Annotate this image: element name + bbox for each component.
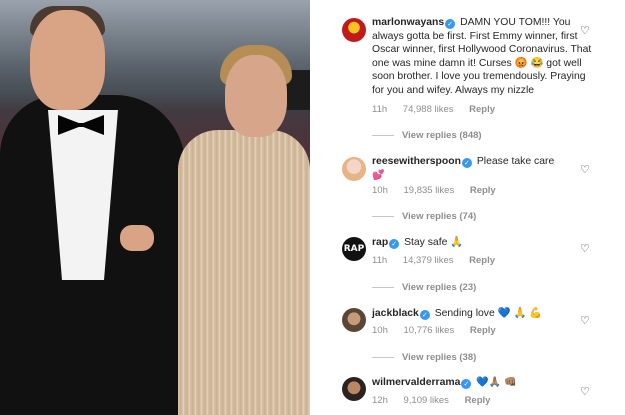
avatar[interactable] — [342, 18, 366, 42]
divider — [372, 356, 394, 358]
woman-head — [225, 55, 287, 137]
comment-meta: 11h 14,379 likes Reply — [372, 255, 508, 266]
verified-badge-icon: ✓ — [461, 379, 472, 389]
reply-button[interactable]: Reply — [470, 185, 496, 196]
comment-likes[interactable]: 10,776 likes — [404, 325, 455, 336]
view-replies-button[interactable]: View replies (74) — [372, 211, 476, 222]
comment-body: marlonwayans ✓ DAMN YOU TOM!!! You always… — [372, 16, 600, 97]
man-head — [30, 10, 105, 110]
comment-time: 10h — [372, 185, 388, 196]
view-replies-button[interactable]: View replies (23) — [372, 282, 476, 293]
comment-text: Stay safe 🙏 — [404, 237, 464, 248]
comment-username[interactable]: reesewitherspoon — [372, 156, 461, 167]
comment-likes[interactable]: 9,109 likes — [404, 395, 449, 406]
comment-username[interactable]: rap — [372, 237, 388, 248]
reply-button[interactable]: Reply — [469, 255, 495, 266]
comment-body: rap ✓ Stay safe 🙏 — [372, 236, 600, 250]
heart-outline-icon[interactable]: ♡ — [580, 315, 592, 327]
comment-text: Please take care — [476, 156, 555, 167]
heart-outline-icon[interactable]: ♡ — [580, 25, 592, 37]
divider — [372, 134, 394, 136]
avatar[interactable] — [342, 308, 366, 332]
comment-meta: 12h 9,109 likes Reply — [372, 395, 503, 406]
verified-badge-icon: ✓ — [445, 19, 456, 29]
heart-outline-icon[interactable]: ♡ — [580, 243, 592, 255]
view-replies-button[interactable]: View replies (848) — [372, 130, 482, 141]
comment-body: jackblack ✓ Sending love 💙 🙏 💪 — [372, 307, 600, 321]
comment-text: DAMN YOU TOM!!! You always gotta be firs… — [372, 17, 592, 96]
reply-button[interactable]: Reply — [470, 325, 496, 336]
verified-badge-icon: ✓ — [419, 310, 430, 320]
verified-badge-icon: ✓ — [389, 239, 400, 249]
comment-body: wilmervalderrama ✓ 💙🙏🏽 👊🏽 — [372, 376, 600, 390]
comment-username[interactable]: wilmervalderrama — [372, 377, 460, 388]
avatar[interactable] — [342, 377, 366, 401]
comment-text: Sending love 💙 🙏 💪 — [434, 308, 543, 319]
comment-likes[interactable]: 74,988 likes — [403, 104, 454, 115]
avatar[interactable]: RAP — [342, 237, 366, 261]
comment-likes[interactable]: 19,835 likes — [404, 185, 455, 196]
comment-time: 11h — [372, 255, 388, 266]
comment-username[interactable]: jackblack — [372, 308, 419, 319]
avatar[interactable] — [342, 157, 366, 181]
comment-emoji: 💕 — [372, 169, 385, 181]
comment-meta: 10h 19,835 likes Reply — [372, 185, 509, 196]
comment-time: 11h — [372, 104, 388, 115]
heart-outline-icon[interactable]: ♡ — [580, 164, 592, 176]
reply-button[interactable]: Reply — [469, 104, 495, 115]
view-replies-button[interactable]: View replies (38) — [372, 352, 476, 363]
comment-username[interactable]: marlonwayans — [372, 17, 444, 28]
red-carpet-photo: ri — [0, 0, 310, 415]
comments-panel: marlonwayans ✓ DAMN YOU TOM!!! You always… — [310, 0, 625, 415]
divider — [372, 286, 394, 288]
hand — [120, 225, 154, 251]
comment-text: 💙🙏🏽 👊🏽 — [476, 377, 517, 388]
woman-dress — [178, 130, 310, 415]
comment-time: 12h — [372, 395, 388, 406]
comment-body: reesewitherspoon ✓ Please take care 💕 — [372, 155, 600, 182]
comment-likes[interactable]: 14,379 likes — [403, 255, 454, 266]
divider — [372, 215, 394, 217]
reply-button[interactable]: Reply — [465, 395, 491, 406]
comment-meta: 11h 74,988 likes Reply — [372, 104, 508, 115]
verified-badge-icon: ✓ — [461, 158, 472, 168]
heart-outline-icon[interactable]: ♡ — [580, 386, 592, 398]
comment-meta: 10h 10,776 likes Reply — [372, 325, 509, 336]
comment-time: 10h — [372, 325, 388, 336]
